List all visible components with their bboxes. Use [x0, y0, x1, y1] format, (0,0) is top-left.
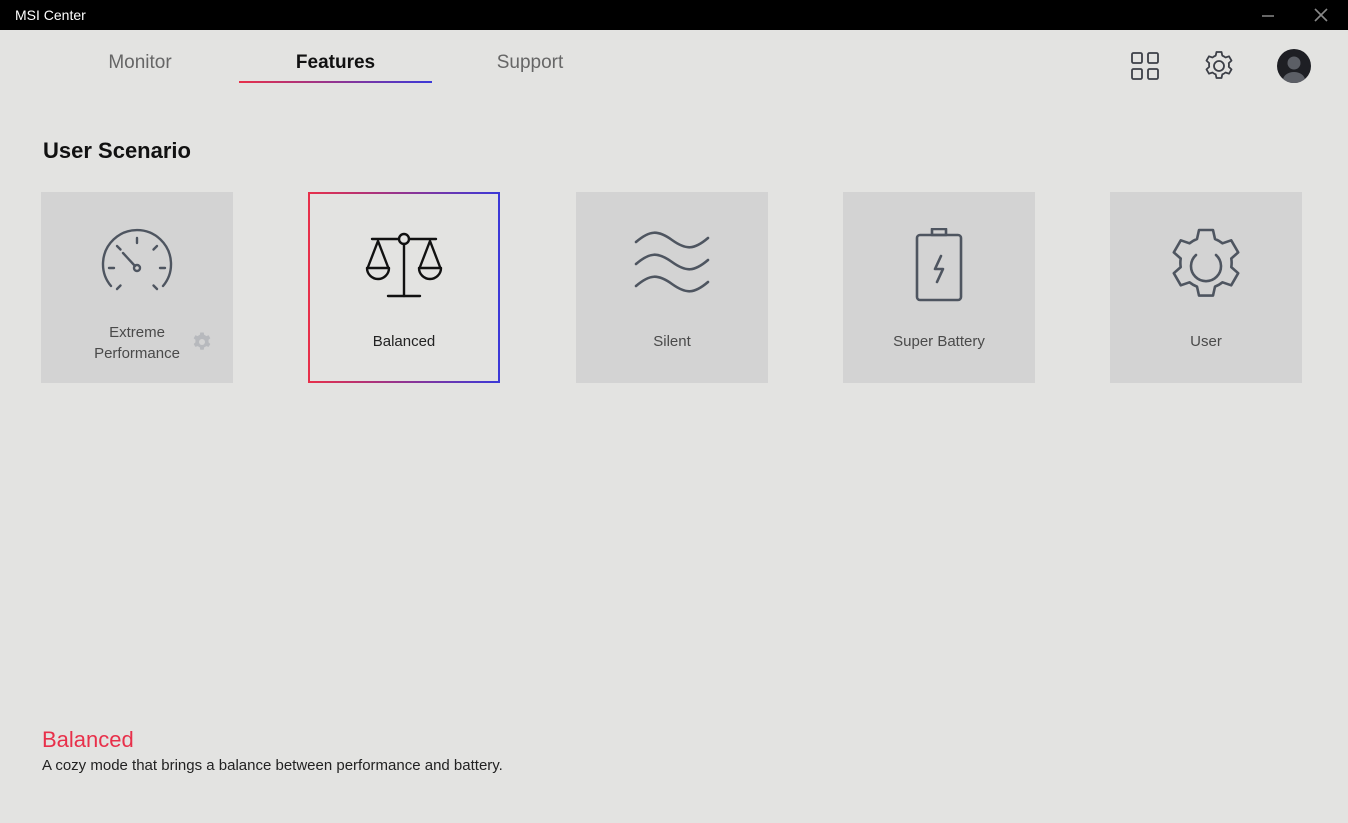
speedometer-icon	[101, 228, 173, 291]
scenario-card-balanced[interactable]: Balanced	[308, 192, 500, 383]
minimize-button[interactable]	[1245, 0, 1291, 30]
section-title: User Scenario	[43, 138, 191, 163]
waves-icon	[634, 231, 710, 293]
gear-icon	[1205, 51, 1233, 79]
active-tab-underline	[239, 81, 432, 83]
scenario-label: User	[1190, 333, 1222, 350]
scenario-card-user[interactable]: User	[1110, 192, 1302, 383]
tab-support[interactable]: Support	[470, 52, 590, 74]
gear-icon	[1172, 228, 1240, 297]
battery-icon	[915, 228, 963, 302]
scenario-label: Balanced	[372, 333, 436, 350]
scenario-label: Super Battery	[893, 333, 985, 350]
title-bar: MSI Center	[0, 0, 1348, 30]
close-button[interactable]	[1298, 0, 1344, 30]
window-title: MSI Center	[15, 7, 86, 23]
selected-mode-description: A cozy mode that brings a balance betwee…	[42, 757, 503, 774]
scale-icon	[365, 232, 443, 298]
scenario-card-super-battery[interactable]: Super Battery	[843, 192, 1035, 383]
tab-features[interactable]: Features	[239, 52, 432, 74]
close-icon	[1314, 8, 1328, 22]
small-gear-icon	[193, 332, 211, 350]
user-avatar-icon	[1283, 56, 1305, 83]
apps-grid-button[interactable]	[1129, 50, 1161, 82]
scenario-settings-button[interactable]	[191, 331, 213, 353]
minimize-icon	[1262, 15, 1274, 17]
scenario-card-extreme-performance[interactable]: Extreme Performance	[41, 192, 233, 383]
selected-mode-name: Balanced	[42, 727, 134, 752]
tab-monitor[interactable]: Monitor	[80, 52, 200, 74]
grid-icon	[1131, 52, 1159, 80]
settings-button[interactable]	[1202, 49, 1236, 83]
user-avatar[interactable]	[1277, 49, 1311, 83]
scenario-card-silent[interactable]: Silent	[576, 192, 768, 383]
scenario-label: Silent	[653, 333, 691, 350]
